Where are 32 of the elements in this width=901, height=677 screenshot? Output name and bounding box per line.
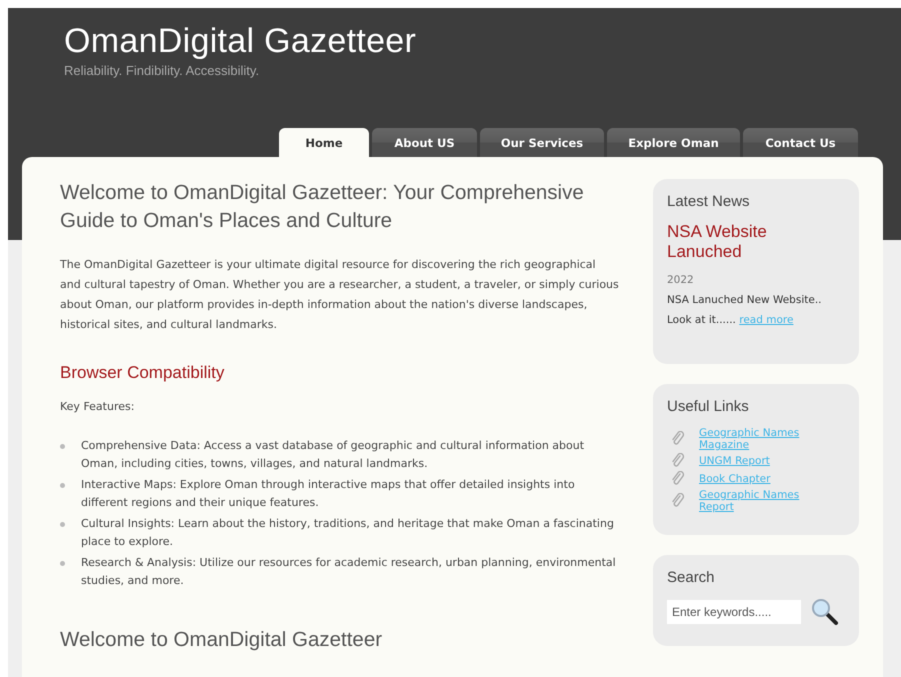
nav-tab[interactable]: Our Services xyxy=(480,128,604,157)
news-year: 2022 xyxy=(667,273,695,288)
search-icon[interactable] xyxy=(811,598,839,626)
section-heading: Browser Compatibility xyxy=(60,363,226,383)
paperclip-icon xyxy=(671,471,685,487)
features-label: Key Features: xyxy=(60,399,136,415)
feature-item: Research & Analysis: Utilize our resources for academic research, urban planning, environmental studies, and more. xyxy=(81,555,617,589)
nav-tab[interactable]: Explore Oman xyxy=(607,128,740,157)
news-text: NSA Lanuched New Website.. Look at it...... read more xyxy=(667,293,822,328)
search-field[interactable]: Enter keywords..... xyxy=(667,600,801,624)
paperclip-icon xyxy=(671,493,685,509)
nav-tab[interactable]: Home xyxy=(279,128,369,157)
panel-title: Useful Links xyxy=(667,398,750,415)
bullet-icon xyxy=(60,483,65,488)
feature-item: Cultural Insights: Learn about the history, traditions, and heritage that make Oman a fascinating place to explore. xyxy=(81,516,615,550)
site-tagline: Reliability. Findibility. Accessibility. xyxy=(64,63,260,78)
nav-tab[interactable]: Contact Us xyxy=(743,128,858,157)
paperclip-icon xyxy=(671,431,685,447)
bullet-icon xyxy=(60,522,65,527)
panel-title: Latest News xyxy=(667,193,751,210)
news-headline: NSA Website Lanuched xyxy=(667,222,768,262)
feature-item: Interactive Maps: Explore Oman through interactive maps that offer detailed insights into different regions and their unique features. xyxy=(81,477,576,511)
site-title: OmanDigital Gazetteer xyxy=(64,22,418,61)
paperclip-icon xyxy=(671,453,685,469)
page-heading: Welcome to OmanDigital Gazetteer: Your Comprehensive Guide to Oman's Places and Culture xyxy=(60,180,585,234)
bullet-icon xyxy=(60,444,65,449)
intro-paragraph: The OmanDigital Gazetteer is your ultimate digital resource for discovering the rich geographical and cultural tapestry of Oman. Whether you are a researcher, a student, a traveler, or simply curious about Oman, our platform provides in-depth information about the nation's diverse landscapes, historical sites, and cultural landmarks. xyxy=(60,257,619,333)
nav-tab[interactable]: About US xyxy=(372,128,477,157)
feature-item: Comprehensive Data: Access a vast database of geographic and cultural information about Oman, including cities, towns, villages, and natural landmarks. xyxy=(81,438,586,472)
page-heading: Welcome to OmanDigital Gazetteer xyxy=(60,627,384,653)
bullet-icon xyxy=(60,561,65,566)
panel-title: Search xyxy=(667,569,716,586)
